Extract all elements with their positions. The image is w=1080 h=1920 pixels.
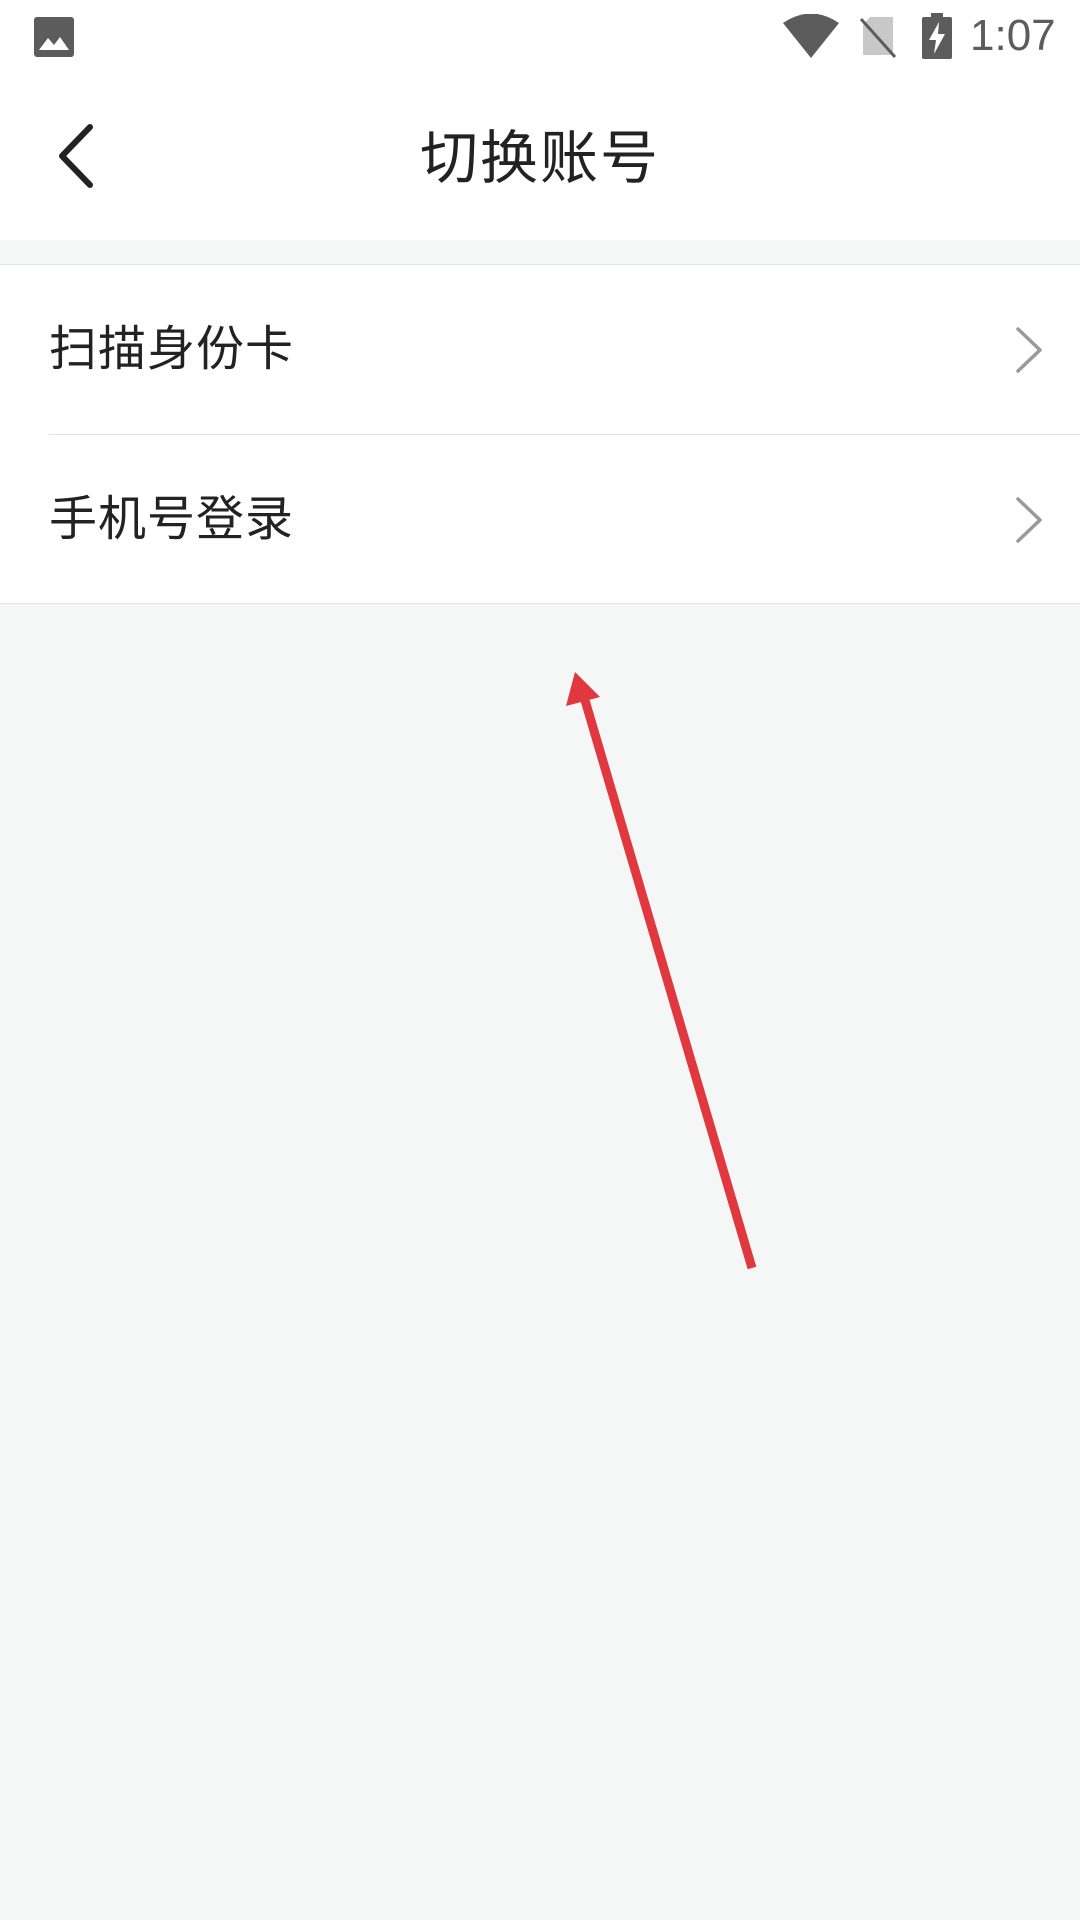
page-title: 切换账号 <box>419 124 660 192</box>
phone-login-item[interactable]: 手机号登录 <box>49 434 1080 603</box>
chevron-right-icon <box>1016 327 1042 373</box>
gallery-icon <box>34 17 74 57</box>
annotation-arrow-shaft <box>577 688 757 1270</box>
scan-id-card-item[interactable]: 扫描身份卡 <box>0 265 1080 434</box>
wifi-icon <box>783 14 839 58</box>
chevron-right-icon <box>1016 497 1042 543</box>
status-time: 1:07 <box>970 11 1056 60</box>
menu-item-label: 扫描身份卡 <box>49 321 295 377</box>
status-bar: 1:07 <box>0 0 1080 75</box>
title-bar: 切换账号 <box>0 75 1080 240</box>
annotation-arrow-head <box>566 672 600 706</box>
no-sim-icon <box>860 17 896 59</box>
account-options-list: 扫描身份卡 手机号登录 <box>0 264 1080 604</box>
battery-charging-icon <box>922 13 952 59</box>
menu-item-label: 手机号登录 <box>49 491 295 547</box>
